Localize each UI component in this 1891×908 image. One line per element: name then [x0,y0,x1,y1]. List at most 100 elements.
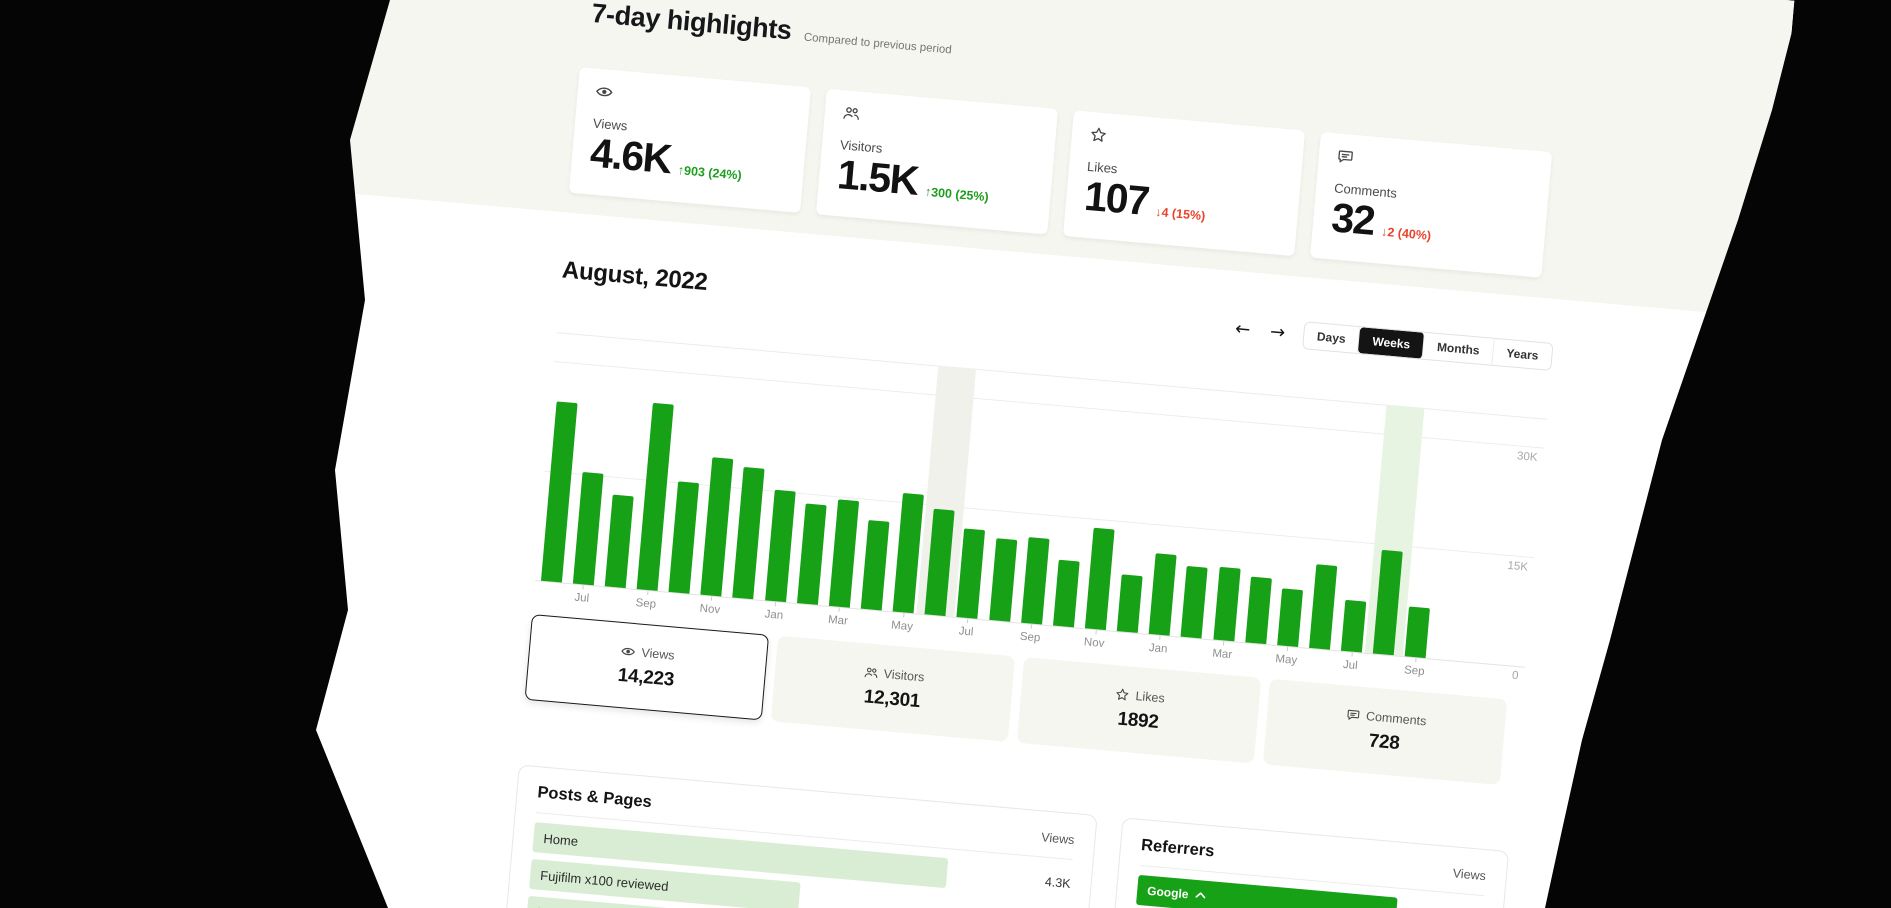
chart-bar[interactable] [541,401,578,582]
chart-bar[interactable] [573,472,604,585]
granularity-segmented-control: DaysWeeksMonthsYears [1302,321,1554,371]
stat-card-comments: Comments32↓2 (40%) [1310,132,1552,278]
x-axis-tick [903,613,904,617]
x-axis-label: Nov [1072,635,1117,651]
chart-bar[interactable] [1341,600,1366,653]
chart-bar[interactable] [957,528,986,618]
x-axis-tick [967,619,968,623]
stat-card-delta: ↓4 (15%) [1155,205,1206,223]
metric-tab-label: Visitors [883,666,925,683]
row-views-value: 3.1K [1040,904,1068,908]
x-axis-label: Sep [1008,630,1053,646]
posts-pages-panel: Posts & Pages Views Home4.3KFujifilm x10… [491,764,1098,908]
referrers-panel-header: Referrers Views [1140,836,1486,885]
chart-bar[interactable] [765,490,796,602]
stat-card-likes: Likes107↓4 (15%) [1063,110,1305,256]
x-axis-tick [583,585,584,589]
chevron-up-icon [1195,891,1207,900]
stat-card-delta: ↑300 (25%) [924,185,989,205]
metric-tab-likes[interactable]: Likes 1892 [1017,657,1262,763]
metric-tab-value: 1892 [1117,708,1160,733]
chart-bar[interactable] [1213,567,1240,642]
dashboard-page: 7-day highlights Compared to previous pe… [193,0,1794,908]
posts-panel-title: Posts & Pages [537,783,653,812]
metric-tab-value: 728 [1368,730,1401,755]
x-axis-tick [647,591,648,595]
stat-card-visitors: Visitors1.5K↑300 (25%) [816,89,1058,235]
granularity-option-months[interactable]: Months [1423,333,1495,365]
comment-icon [1336,148,1354,166]
stat-card-delta: ↓2 (40%) [1381,225,1432,243]
stat-card-value: 32 [1330,195,1376,243]
y-axis-tick-30k: 30K [1517,450,1538,464]
chart-bar[interactable] [1117,574,1143,633]
prev-period-button[interactable]: ← [1232,320,1253,340]
x-axis-label: May [880,618,925,634]
x-axis-tick [839,608,840,612]
metric-tab-label: Likes [1135,688,1165,704]
stat-card-delta: ↑903 (24%) [677,163,742,183]
eye-icon [595,83,613,101]
chart-bar[interactable] [1053,560,1080,628]
chart-bar[interactable] [1277,588,1303,647]
screenshot-scene: 7-day highlights Compared to previous pe… [0,0,1891,908]
star-icon [1115,687,1130,702]
metric-tab-comments[interactable]: Comments728 [1263,679,1508,785]
metric-tab-label: Views [641,645,675,662]
x-axis-label: Jul [944,624,989,640]
chart-bar[interactable] [701,457,734,596]
eye-icon [621,644,636,659]
chart-bar[interactable] [669,481,700,593]
x-axis-tick [1287,647,1288,651]
x-axis-label: Sep [623,596,668,612]
period-title: August, 2022 [561,256,709,297]
posts-views-column-header: Views [1041,830,1075,847]
stat-card-value: 4.6K [589,130,673,181]
x-axis-tick [775,602,776,606]
y-axis-tick-15k: 15K [1507,560,1528,574]
granularity-option-weeks[interactable]: Weeks [1358,327,1425,359]
chart-bar[interactable] [861,520,890,610]
comment-icon [1346,707,1361,722]
row-title: Land of fire and ice [536,904,647,908]
referrers-panel-title: Referrers [1140,836,1215,861]
metric-tab-views[interactable]: Views14,223 [525,614,770,720]
visitors-icon [863,665,878,680]
chart-bar[interactable] [1245,577,1272,645]
row-title: Google [1147,884,1189,902]
chart-controls: ← → DaysWeeksMonthsYears [1232,315,1554,371]
x-axis-tick [711,597,712,601]
chart-bar[interactable] [1405,606,1430,658]
metric-tab-visitors[interactable]: Visitors 12,301 [771,636,1016,742]
next-period-button[interactable]: → [1267,323,1288,343]
chart-bar[interactable] [1181,566,1208,639]
stat-card-views: Views4.6K↑903 (24%) [569,67,811,213]
chart-bar[interactable] [797,503,827,604]
granularity-option-days[interactable]: Days [1303,322,1361,353]
x-axis-tick [1223,641,1224,645]
chart-bar[interactable] [605,495,634,588]
chart-bar[interactable] [733,467,765,599]
x-axis-label: Sep [1392,663,1437,679]
row-views-value: 4.3K [1044,867,1072,899]
row-views-value: 6.2K [1455,903,1483,908]
chart-bar[interactable] [1149,553,1177,636]
granularity-option-years[interactable]: Years [1492,339,1552,370]
row-title: Home [543,830,579,848]
chart-bar[interactable] [1085,528,1115,630]
chart-bar[interactable] [1309,564,1337,650]
visitors-icon [842,104,860,122]
x-axis-tick [1415,658,1416,662]
stat-card-value: 107 [1083,174,1151,224]
x-axis-label: Jul [559,590,604,606]
chart-bar[interactable] [637,403,674,591]
chart-bar[interactable] [989,538,1017,622]
metric-tab-value: 12,301 [863,686,921,713]
x-axis-tick [1351,653,1352,657]
y-axis-tick-0: 0 [1511,670,1518,683]
chart-bar[interactable] [1021,537,1049,625]
x-axis-tick [1031,625,1032,629]
x-axis-label: May [1264,652,1309,668]
chart-bar[interactable] [829,499,859,607]
star-icon [1089,126,1107,144]
